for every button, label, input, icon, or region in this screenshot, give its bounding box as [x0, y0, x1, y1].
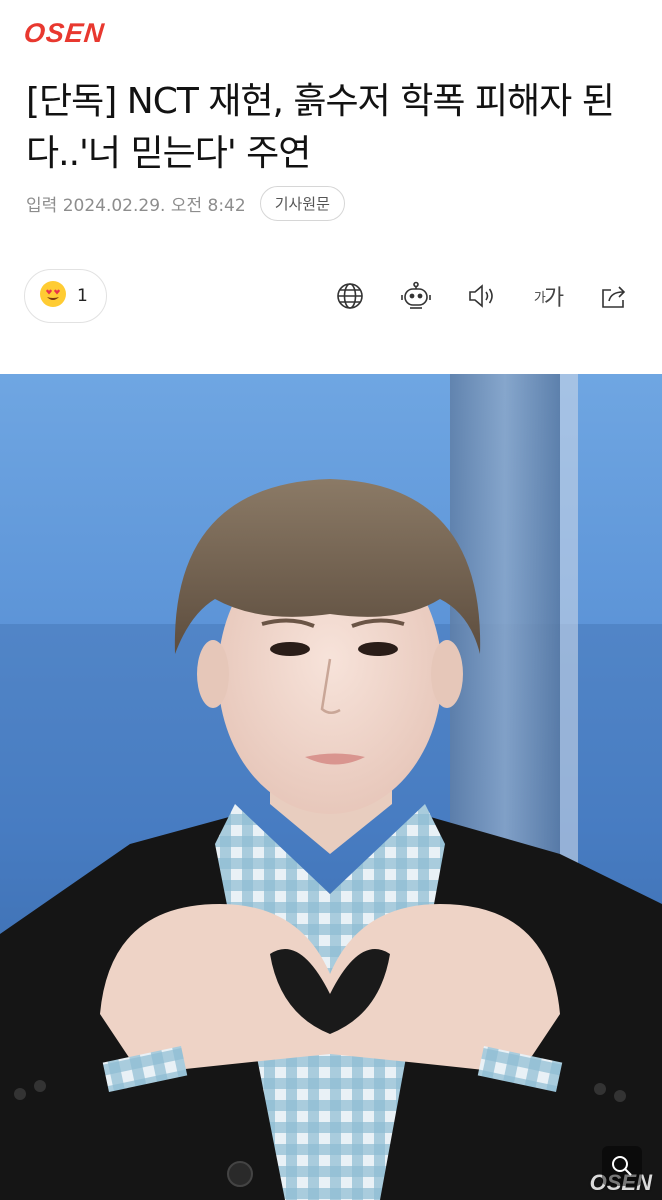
- published-time: 2024.02.29. 오전 8:42: [62, 195, 246, 216]
- article-headline: [단독] NCT 재현, 흙수저 학폭 피해자 된다..'너 믿는다' 주연: [26, 81, 615, 174]
- font-size-small-label: 가: [533, 290, 546, 306]
- heart-eyes-emoji-icon: [39, 280, 67, 312]
- article-meta: 입력 2024.02.29. 오전 8:42 기사원문: [26, 185, 345, 221]
- article-toolbar: 1 가 가: [24, 268, 636, 324]
- speaker-icon[interactable]: [464, 278, 500, 314]
- reaction-count: 1: [77, 286, 88, 306]
- share-icon[interactable]: [596, 278, 632, 314]
- tool-icons: 가가: [332, 278, 636, 314]
- font-size-large-label: 가: [543, 286, 564, 311]
- published-date: 입력 2024.02.29. 오전 8:42: [26, 191, 246, 216]
- original-article-button[interactable]: 기사원문: [259, 185, 345, 221]
- reaction-button[interactable]: 1: [24, 269, 107, 323]
- zoom-icon[interactable]: [602, 1146, 642, 1186]
- article-photo[interactable]: OSEN: [0, 374, 662, 1200]
- robot-summary-icon[interactable]: [398, 278, 434, 314]
- font-size-icon[interactable]: 가가: [530, 278, 566, 314]
- osen-logo[interactable]: OSEN: [22, 18, 106, 49]
- published-label: 입력: [26, 195, 58, 216]
- globe-icon[interactable]: [332, 278, 368, 314]
